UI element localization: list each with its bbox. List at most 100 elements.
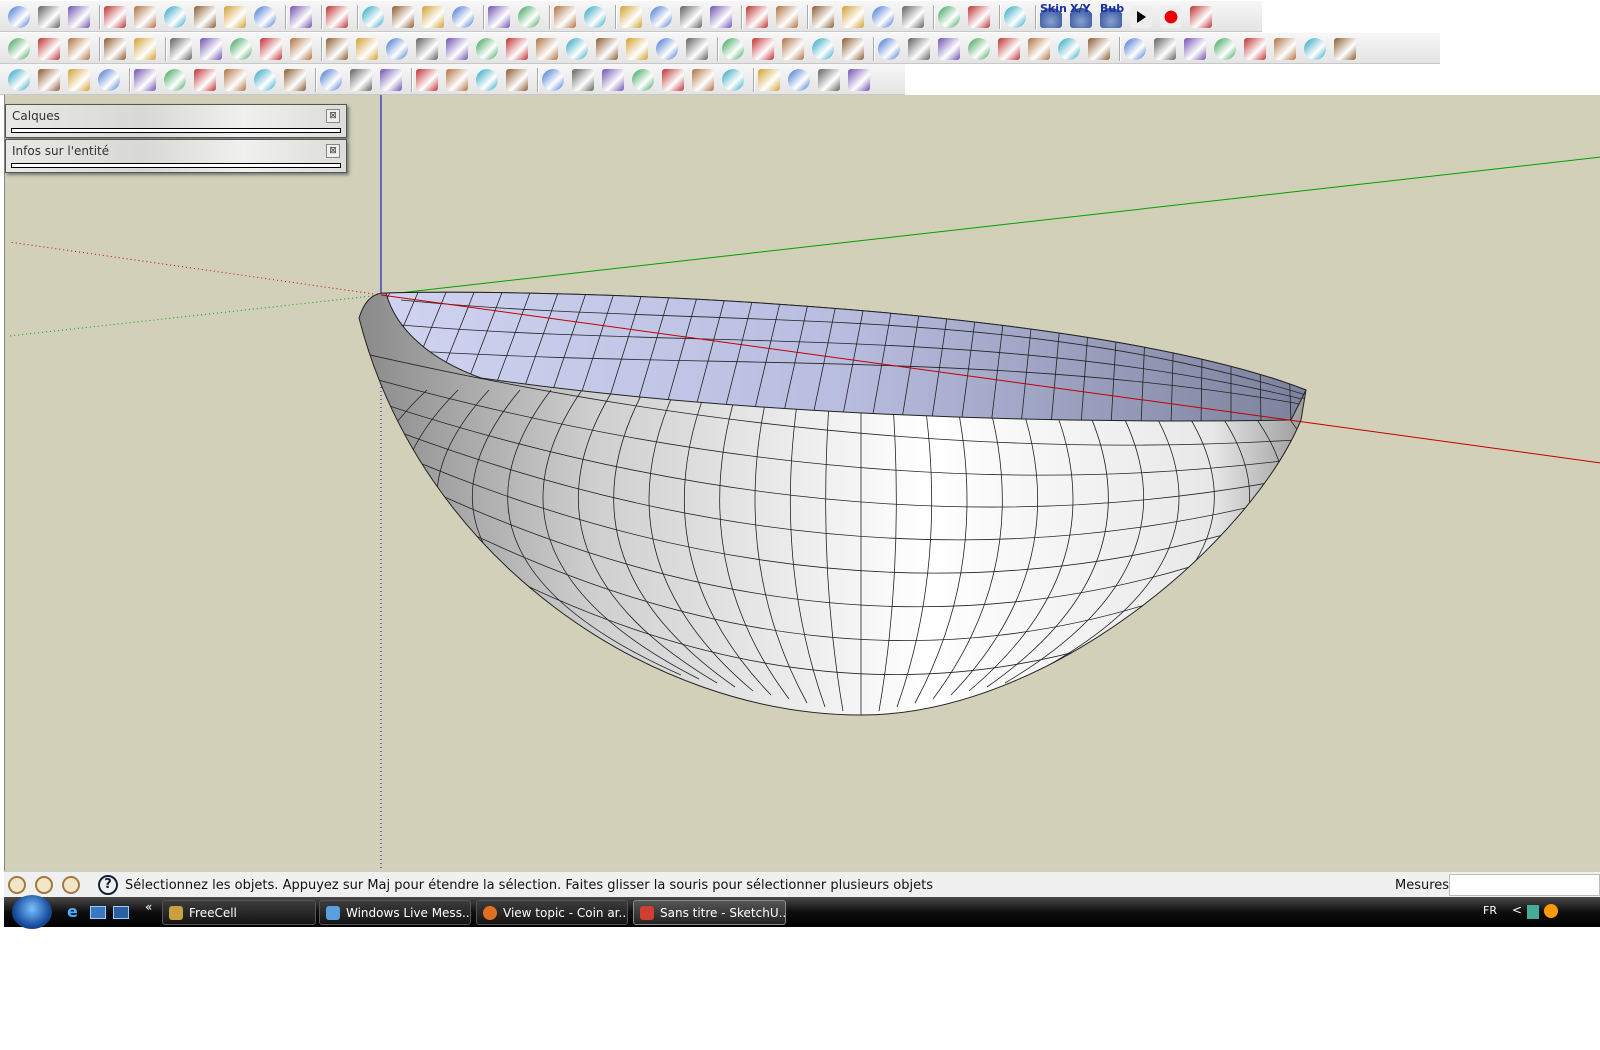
font-fx-icon[interactable] — [8, 38, 30, 60]
ie-icon[interactable]: e — [67, 904, 83, 921]
pin-icon[interactable] — [692, 69, 714, 91]
sandbox-a-icon[interactable] — [554, 6, 576, 28]
bub-icon[interactable]: Bub — [1100, 2, 1124, 28]
curve-c-icon[interactable] — [386, 38, 408, 60]
film-play-icon[interactable] — [416, 69, 438, 91]
push-icon[interactable] — [680, 6, 702, 28]
grid-b-icon[interactable] — [842, 6, 864, 28]
task-messenger[interactable]: Windows Live Mess... — [319, 900, 471, 925]
spring-icon[interactable] — [1058, 38, 1080, 60]
credits-icon[interactable] — [35, 876, 53, 894]
show-desktop-icon[interactable] — [90, 906, 106, 919]
geo-icon[interactable] — [8, 876, 26, 894]
warning-icon[interactable] — [488, 6, 510, 28]
task-freecell[interactable]: FreeCell — [162, 900, 316, 925]
3d-viewport[interactable] — [4, 95, 1600, 871]
new-icon[interactable] — [8, 6, 30, 28]
hook-icon[interactable] — [998, 38, 1020, 60]
rotate-a-icon[interactable] — [230, 38, 252, 60]
donut-icon[interactable] — [320, 69, 342, 91]
xy-icon[interactable]: X/Y — [1070, 2, 1092, 28]
gem-icon[interactable] — [758, 69, 780, 91]
prev-icon[interactable] — [68, 69, 90, 91]
user-icon[interactable] — [62, 876, 80, 894]
close-icon[interactable]: ⊠ — [326, 109, 340, 123]
arc-dots-icon[interactable] — [452, 6, 474, 28]
cylinder-icon[interactable] — [194, 69, 216, 91]
task-sketchup[interactable]: Sans titre - SketchU... — [633, 900, 786, 925]
start-button[interactable] — [12, 895, 52, 929]
sandbox-b-icon[interactable] — [584, 6, 606, 28]
select-a-icon[interactable] — [620, 6, 642, 28]
cylinder-b-icon[interactable] — [254, 69, 276, 91]
hook-b-icon[interactable] — [1028, 38, 1050, 60]
paste-icon[interactable] — [164, 6, 186, 28]
record-icon[interactable] — [8, 69, 30, 91]
plate-icon[interactable] — [284, 69, 306, 91]
grid-a-icon[interactable] — [812, 6, 834, 28]
rotate-purple-icon[interactable] — [542, 69, 564, 91]
model-canvas[interactable] — [5, 95, 1600, 871]
pyramid-icon[interactable] — [1124, 38, 1146, 60]
close-icon[interactable]: ⊠ — [326, 144, 340, 158]
box-solid-icon[interactable] — [134, 69, 156, 91]
torus-icon[interactable] — [1244, 38, 1266, 60]
drop-icon[interactable] — [1334, 38, 1356, 60]
film-rewind-icon[interactable] — [446, 69, 468, 91]
mirror-icon[interactable] — [200, 38, 222, 60]
line-dots-icon[interactable] — [422, 6, 444, 28]
tray-app-icon[interactable] — [1544, 904, 1558, 918]
hatch-icon[interactable] — [908, 38, 930, 60]
cut-icon[interactable] — [104, 6, 126, 28]
erase-icon[interactable] — [194, 6, 216, 28]
ball-icon[interactable] — [722, 69, 744, 91]
wrench-icon[interactable] — [782, 38, 804, 60]
pencil-red-icon[interactable] — [572, 69, 594, 91]
tree-icon[interactable] — [938, 6, 960, 28]
cube-color-icon[interactable] — [38, 38, 60, 60]
panel-entity-info[interactable]: Infos sur l'entité ⊠ — [5, 139, 347, 173]
paint-icon[interactable] — [392, 6, 414, 28]
cone-solid-icon[interactable] — [224, 69, 246, 91]
select-b-icon[interactable] — [650, 6, 672, 28]
star-icon[interactable] — [518, 6, 540, 28]
blob-icon[interactable] — [968, 38, 990, 60]
diamond-icon[interactable] — [938, 38, 960, 60]
rect-icon[interactable] — [506, 38, 528, 60]
rotate-b-icon[interactable] — [260, 38, 282, 60]
grid-c-icon[interactable] — [872, 6, 894, 28]
refresh-icon[interactable] — [662, 69, 684, 91]
arc-d-icon[interactable] — [656, 38, 678, 60]
help-icon[interactable]: ? — [98, 875, 118, 895]
curve-b-icon[interactable] — [356, 38, 378, 60]
flag-green-icon[interactable] — [1088, 38, 1110, 60]
octagon-icon[interactable] — [164, 69, 186, 91]
arrows-up-icon[interactable] — [104, 38, 126, 60]
doc-icon[interactable] — [290, 38, 312, 60]
curve-a-icon[interactable] — [326, 38, 348, 60]
dropper-icon[interactable] — [818, 69, 840, 91]
ui-icon[interactable] — [476, 69, 498, 91]
model-info-icon[interactable] — [326, 6, 348, 28]
measures-input[interactable] — [1449, 874, 1600, 896]
curve-e-icon[interactable] — [446, 38, 468, 60]
cube-icon[interactable] — [776, 6, 798, 28]
skin-icon[interactable]: Skin — [1040, 2, 1067, 28]
tray-expand[interactable]: < — [1512, 903, 1522, 917]
bar-icon[interactable] — [68, 38, 90, 60]
curve-d-icon[interactable] — [416, 38, 438, 60]
shapes-icon[interactable] — [350, 69, 372, 91]
polyline-icon[interactable] — [722, 38, 744, 60]
puzzle-icon[interactable] — [506, 69, 528, 91]
flag-icon[interactable] — [710, 6, 732, 28]
stop-icon[interactable] — [1160, 6, 1182, 28]
box-icon[interactable] — [1004, 6, 1026, 28]
cube-brown-icon[interactable] — [1214, 38, 1236, 60]
panel-calques[interactable]: Calques ⊠ — [5, 104, 347, 138]
upload-icon[interactable] — [380, 69, 402, 91]
cone-outline-icon[interactable] — [842, 38, 864, 60]
switch-windows-icon[interactable] — [113, 906, 129, 919]
arc-b-icon[interactable] — [566, 38, 588, 60]
rewind-icon[interactable] — [98, 69, 120, 91]
loop-icon[interactable] — [38, 69, 60, 91]
